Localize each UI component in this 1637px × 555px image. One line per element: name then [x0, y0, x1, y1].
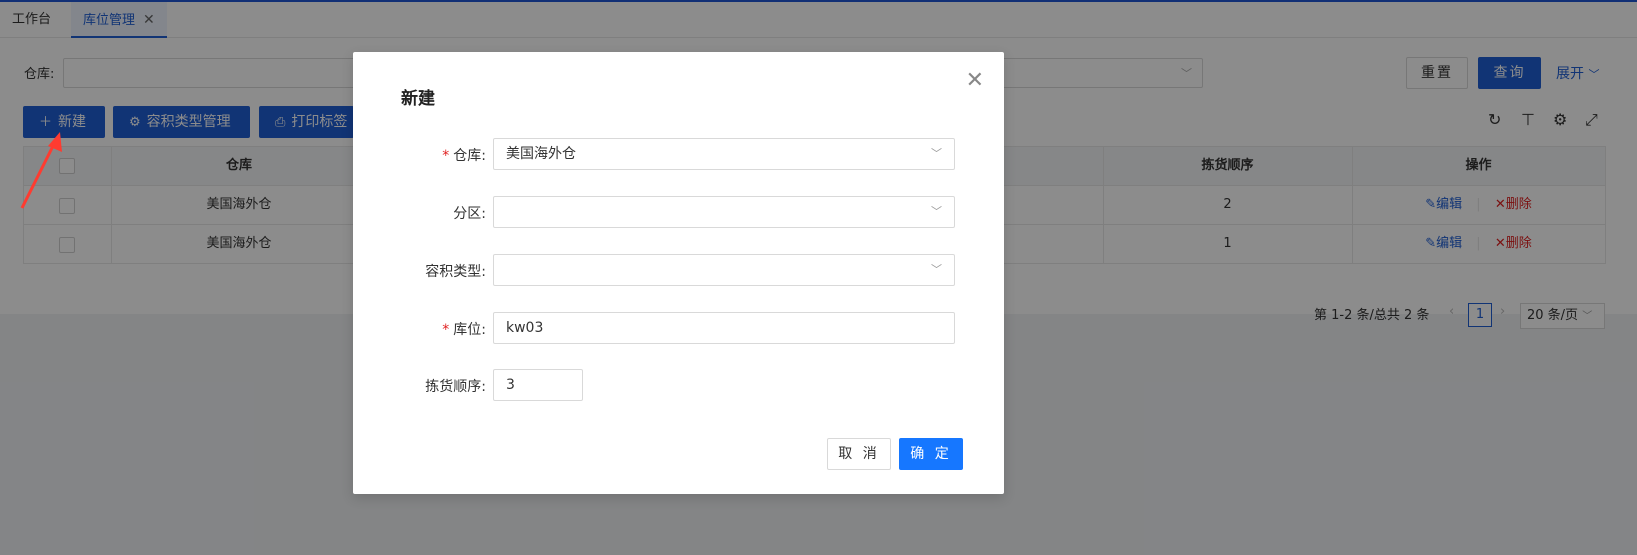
chevron-down-icon: ﹀	[931, 263, 942, 276]
zone-select[interactable]: ﹀	[493, 196, 955, 228]
new-location-dialog: 新建 ✕ * 仓库: 美国海外仓 ﹀ 分区: ﹀ 容积类型: ﹀ * 库位: kw03…	[353, 52, 1004, 494]
location-input[interactable]: kw03	[493, 312, 955, 344]
chevron-down-icon: ﹀	[931, 205, 942, 218]
zone-field-label: 分区:	[453, 206, 486, 222]
warehouse-field-label: * 仓库:	[442, 148, 486, 164]
warehouse-select[interactable]: 美国海外仓 ﹀	[493, 138, 955, 170]
pick-order-input[interactable]: 3	[493, 369, 583, 401]
dialog-title: 新建	[401, 89, 435, 109]
capacity-type-field-label: 容积类型:	[425, 264, 486, 280]
confirm-button[interactable]: 确 定	[899, 438, 963, 470]
chevron-down-icon: ﹀	[931, 147, 942, 160]
pick-order-field-label: 拣货顺序:	[425, 379, 486, 395]
capacity-type-select[interactable]: ﹀	[493, 254, 955, 286]
annotation-arrow-icon	[20, 132, 62, 209]
close-icon[interactable]: ✕	[966, 68, 984, 93]
location-field-label: * 库位:	[442, 322, 486, 338]
cancel-button[interactable]: 取 消	[827, 438, 891, 470]
